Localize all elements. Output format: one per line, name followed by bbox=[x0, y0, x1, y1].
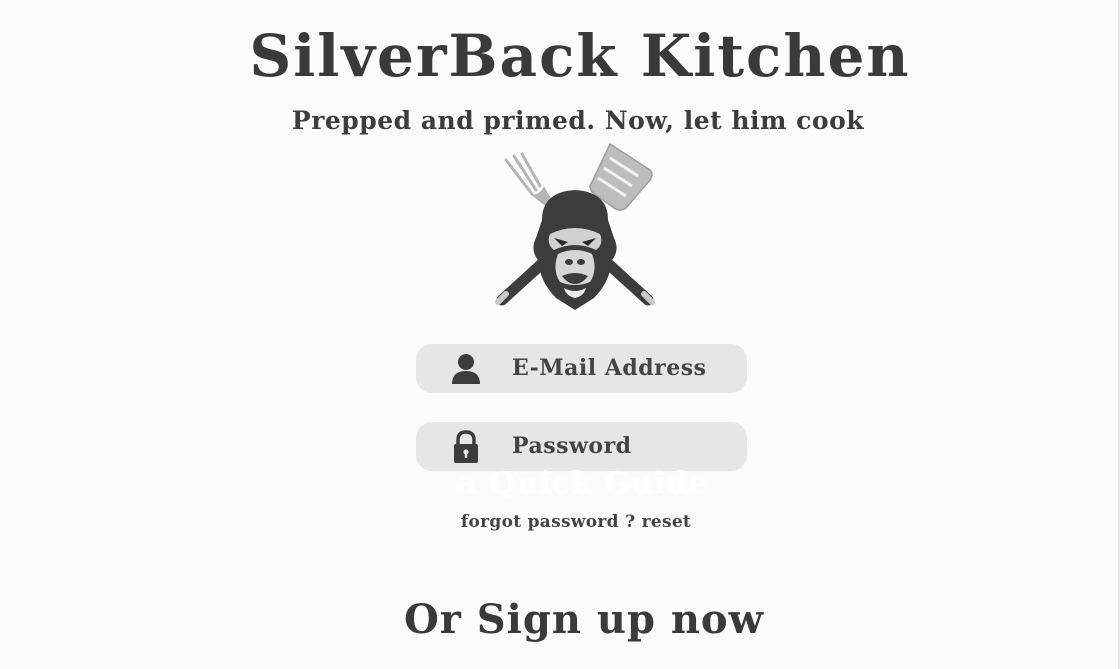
email-field[interactable] bbox=[416, 344, 747, 393]
password-field[interactable] bbox=[416, 422, 747, 471]
reset-password-link[interactable]: reset bbox=[642, 512, 692, 532]
faded-guide-text: a Quick Guide bbox=[457, 466, 709, 501]
login-page: SilverBack Kitchen Prepped and primed. N… bbox=[0, 0, 1120, 669]
email-input[interactable] bbox=[512, 350, 732, 386]
password-input[interactable] bbox=[512, 428, 732, 464]
forgot-password-row: forgot password ? reset bbox=[0, 512, 1120, 532]
gorilla-logo-icon bbox=[495, 142, 655, 310]
user-icon bbox=[452, 354, 480, 384]
app-title: SilverBack Kitchen bbox=[249, 22, 911, 90]
forgot-password-link[interactable]: forgot password ? bbox=[461, 512, 635, 532]
gorilla-head bbox=[533, 190, 617, 310]
signup-link[interactable]: Or Sign up now bbox=[0, 596, 1120, 643]
lock-icon bbox=[454, 430, 478, 463]
app-tagline: Prepped and primed. Now, let him cook bbox=[291, 106, 865, 135]
